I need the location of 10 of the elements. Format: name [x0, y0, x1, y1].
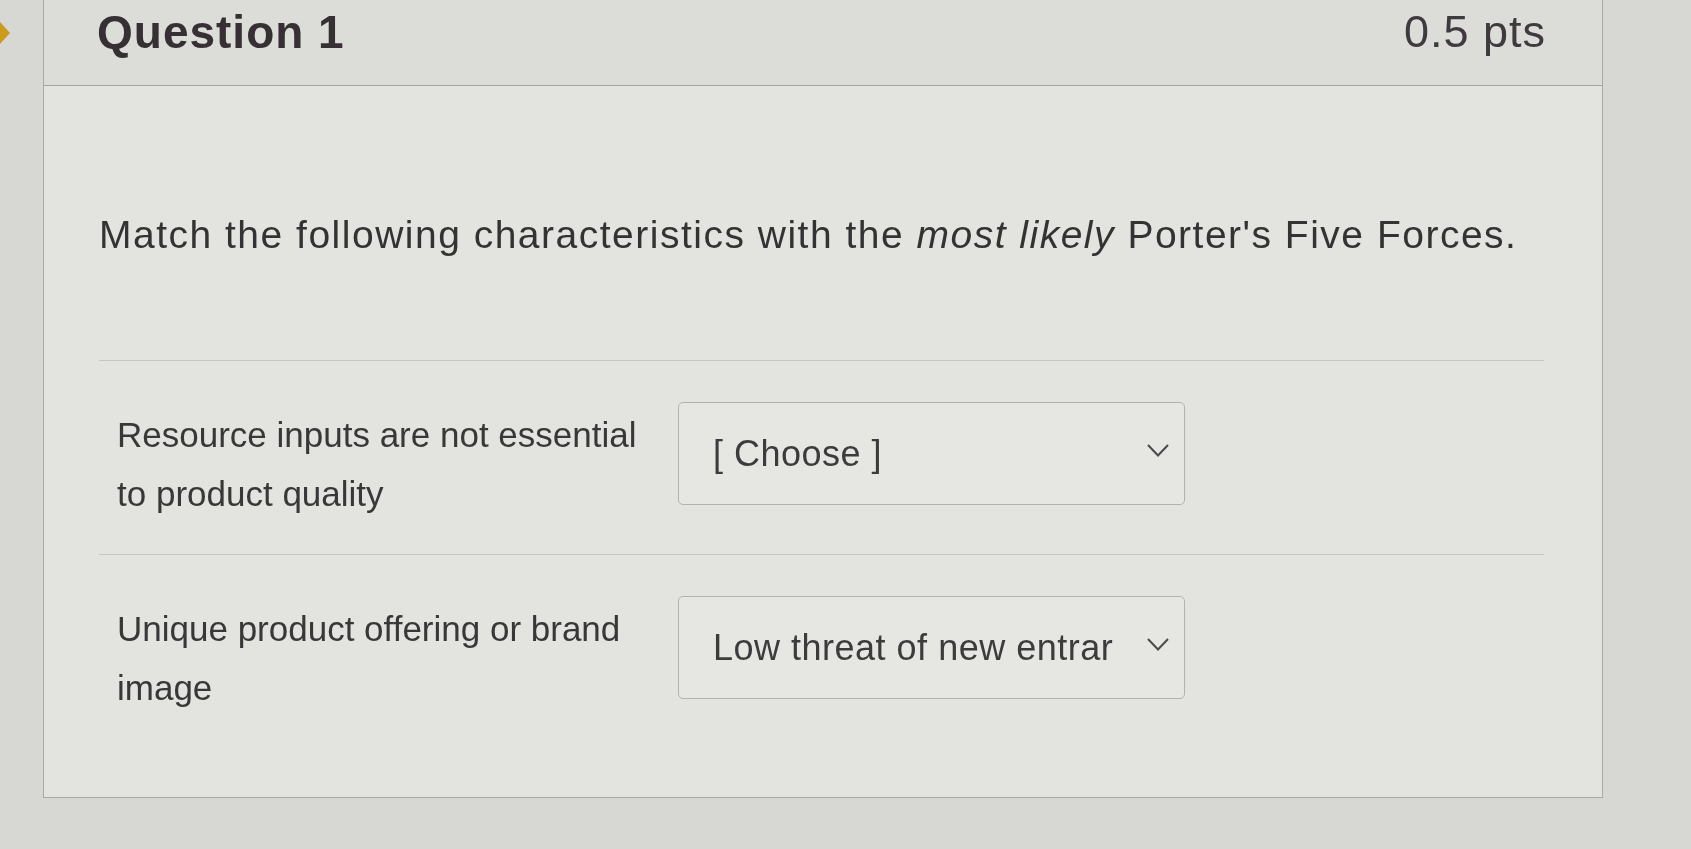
match-label: Resource inputs are not essential to product quality	[116, 414, 638, 515]
answer-dropdown[interactable]: Low threat of new entrar	[678, 596, 1185, 699]
answer-dropdown[interactable]: [ Choose ]	[678, 402, 1185, 505]
question-points: 0.5 pts	[1403, 5, 1546, 59]
match-label: Unique product offering or brand image	[116, 608, 622, 709]
triangle-icon	[0, 22, 10, 44]
question-prompt: Match the following characteristics with the most likely Porter's Five Forces.	[99, 212, 1519, 258]
chevron-down-icon	[1147, 638, 1169, 651]
chevron-down-icon	[1147, 444, 1169, 457]
question-title: Question 1	[97, 5, 345, 59]
